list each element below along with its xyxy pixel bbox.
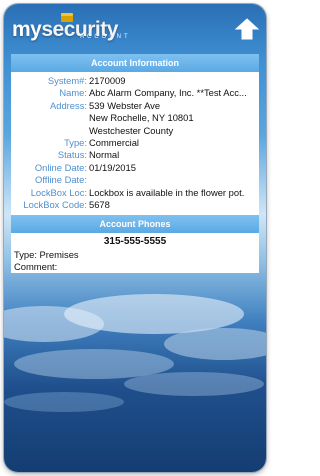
info-value: Westchester County (89, 124, 174, 136)
info-label: Name: (59, 87, 87, 99)
info-label: LockBox Loc: (30, 186, 87, 198)
info-value: Abc Alarm Company, Inc. **Test Acc... (89, 87, 247, 99)
account-info-header: Account Information (11, 54, 259, 72)
arrow-up-icon[interactable] (234, 16, 260, 42)
info-row: Name: Abc Alarm Company, Inc. **Test Acc.… (11, 87, 259, 99)
info-label: Address: (50, 99, 87, 111)
account-phones-header: Account Phones (11, 215, 259, 234)
info-label: LockBox Code: (23, 199, 87, 211)
info-value: Commercial (89, 137, 140, 149)
info-row: Offline Date: (11, 174, 259, 186)
phone-type: Type: Premises (14, 249, 79, 261)
account-info-table: System#: 2170009 Name: Abc Alarm Company, … (11, 75, 259, 211)
info-label (11, 125, 89, 137)
info-value: Lockbox is available in the flower pot. (89, 186, 245, 198)
security-badge-icon (61, 13, 73, 22)
info-row: System#: 2170009 (11, 75, 259, 87)
phone-number[interactable]: 315-555-5555 (11, 233, 259, 249)
info-row: Westchester County (11, 125, 259, 137)
info-value: New Rochelle, NY 10801 (89, 112, 194, 124)
info-row: LockBox Code: 5678 (11, 199, 259, 211)
info-value: 5678 (89, 199, 110, 211)
info-row: Address: 539 Webster Ave (11, 100, 259, 112)
info-row: LockBox Loc: Lockbox is available in the … (11, 187, 259, 199)
info-label: Status: (57, 149, 87, 161)
info-label (11, 112, 89, 124)
info-label: Online Date: (34, 161, 87, 173)
phone-comment: Comment: (14, 261, 58, 273)
logo-subtitle: ACCOUNT (80, 34, 131, 40)
info-value (89, 174, 259, 186)
info-label: System#: (47, 75, 87, 86)
cloud-background (4, 294, 266, 412)
info-value: 01/19/2015 (89, 161, 136, 173)
info-label: Type: (64, 137, 87, 149)
info-row: Type: Commercial (11, 137, 259, 149)
account-panel: Account Information System#: 2170009 Name… (11, 54, 259, 274)
app-header: mysecurity ACCOUNT (4, 4, 266, 52)
logo-my-text: my (12, 18, 42, 41)
info-row: Status: Normal (11, 149, 259, 161)
info-value: 539 Webster Ave (89, 99, 161, 111)
info-row: New Rochelle, NY 10801 (11, 112, 259, 124)
info-label: Offline Date: (35, 174, 87, 186)
info-value: 2170009 (89, 75, 126, 86)
info-row: Online Date: 01/19/2015 (11, 162, 259, 174)
app-frame: mysecurity ACCOUNT Account Information S… (4, 4, 266, 472)
info-value: Normal (89, 149, 120, 161)
